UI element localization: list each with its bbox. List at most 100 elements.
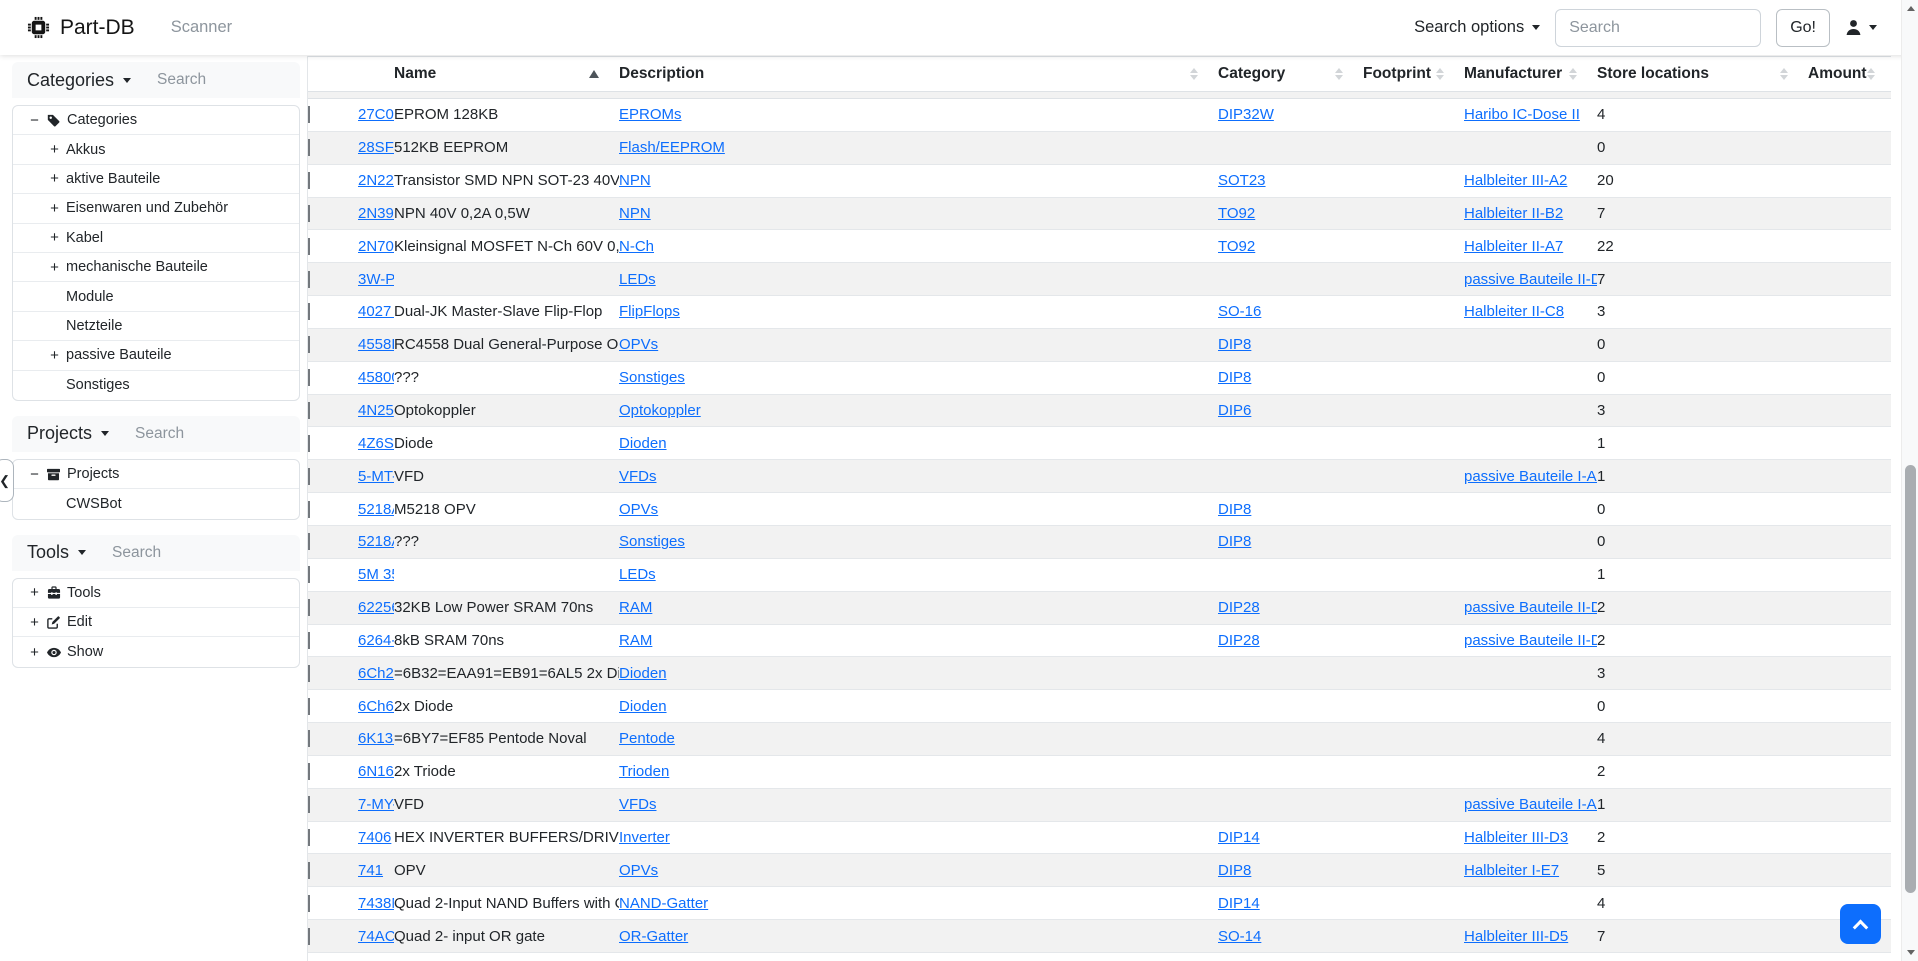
row-checkbox[interactable] (308, 271, 310, 288)
part-name-link[interactable]: 45800 (358, 369, 394, 386)
part-name-link[interactable]: 2N7000 (358, 238, 394, 255)
sidebar-item-aktive-bauteile[interactable]: +aktive Bauteile (13, 165, 299, 194)
footprint-link[interactable]: DIP28 (1218, 599, 1260, 616)
expand-plus-icon[interactable]: + (49, 171, 60, 186)
footprint-link[interactable]: DIP32W (1218, 106, 1274, 123)
expand-plus-icon[interactable]: + (29, 645, 40, 660)
part-name-link[interactable]: 28SF040 (358, 139, 394, 156)
category-link[interactable]: VFDs (619, 468, 657, 485)
category-link[interactable]: RAM (619, 599, 652, 616)
category-link[interactable]: OPVs (619, 862, 658, 879)
footprint-link[interactable]: SO-16 (1218, 303, 1261, 320)
column-header-category[interactable]: Category (1218, 65, 1363, 83)
category-link[interactable]: NAND-Gatter (619, 895, 708, 912)
store-location-link[interactable]: passive Bauteile II-D6 (1464, 599, 1597, 616)
expand-plus-icon[interactable]: + (29, 615, 40, 630)
expand-plus-icon[interactable]: + (49, 201, 60, 216)
expand-plus-icon[interactable]: + (49, 142, 60, 157)
sidebar-item-sonstiges[interactable]: Sonstiges (13, 371, 299, 400)
part-name-link[interactable]: 6Ch6S 6X6C (358, 698, 394, 715)
sidebar-categories-search-input[interactable] (157, 71, 287, 89)
part-name-link[interactable]: 62256-80 (358, 599, 394, 616)
row-checkbox[interactable] (308, 139, 310, 156)
part-name-link[interactable]: 5218A (358, 533, 394, 550)
category-link[interactable]: Sonstiges (619, 369, 685, 386)
category-link[interactable]: NPN (619, 172, 651, 189)
row-checkbox[interactable] (308, 632, 310, 649)
sidebar-item-passive-bauteile[interactable]: +passive Bauteile (13, 341, 299, 370)
category-link[interactable]: EPROMs (619, 106, 682, 123)
sidebar-collapse-button[interactable]: ❮ (0, 459, 14, 502)
part-name-link[interactable]: 5218A (358, 501, 394, 518)
row-checkbox[interactable] (308, 336, 310, 353)
row-checkbox[interactable] (308, 238, 310, 255)
part-name-link[interactable]: 74AC32 SMD (358, 928, 394, 945)
store-location-link[interactable]: passive Bauteile I-A3 (1464, 796, 1597, 813)
sidebar-item-edit[interactable]: +Edit (13, 608, 299, 637)
part-name-link[interactable]: 7-MY-03ZK (358, 796, 394, 813)
store-location-link[interactable]: passive Bauteile I-A3 (1464, 468, 1597, 485)
category-link[interactable]: Pentode (619, 730, 675, 747)
scroll-to-top-button[interactable] (1840, 904, 1881, 944)
category-link[interactable]: FlipFlops (619, 303, 680, 320)
category-link[interactable]: OPVs (619, 336, 658, 353)
collapse-minus-icon[interactable]: − (29, 113, 40, 128)
sidebar-item-categories[interactable]: −Categories (13, 106, 299, 135)
sidebar-item-netzteile[interactable]: Netzteile (13, 312, 299, 341)
footprint-link[interactable]: DIP14 (1218, 895, 1260, 912)
store-location-link[interactable]: Haribo IC-Dose II (1464, 106, 1580, 123)
category-link[interactable]: Dioden (619, 435, 667, 452)
category-link[interactable]: LEDs (619, 566, 656, 583)
category-link[interactable]: Trioden (619, 763, 669, 780)
part-name-link[interactable]: 2N3904 (358, 205, 394, 222)
row-checkbox[interactable] (308, 862, 310, 879)
category-link[interactable]: N-Ch (619, 238, 654, 255)
part-name-link[interactable]: 7438N (358, 895, 394, 912)
row-checkbox[interactable] (308, 303, 310, 320)
sidebar-section-title-dropdown[interactable]: Projects (27, 423, 109, 444)
sidebar-item-cwsbot[interactable]: CWSBot (13, 489, 299, 518)
store-location-link[interactable]: Halbleiter II-B2 (1464, 205, 1563, 222)
store-location-link[interactable]: Halbleiter III-A2 (1464, 172, 1567, 189)
part-name-link[interactable]: 6K13P 6К13П (358, 730, 394, 747)
footprint-link[interactable]: DIP8 (1218, 533, 1251, 550)
part-name-link[interactable]: 5-MT-15ZK (358, 468, 394, 485)
row-checkbox[interactable] (308, 599, 310, 616)
category-link[interactable]: OR-Gatter (619, 928, 688, 945)
expand-plus-icon[interactable]: + (49, 230, 60, 245)
sidebar-item-module[interactable]: Module (13, 282, 299, 311)
page-scrollbar[interactable] (1901, 0, 1918, 961)
row-checkbox[interactable] (308, 698, 310, 715)
category-link[interactable]: VFDs (619, 796, 657, 813)
store-location-link[interactable]: Halbleiter II-C8 (1464, 303, 1564, 320)
part-name-link[interactable]: 2N2222A SMD (358, 172, 394, 189)
footprint-link[interactable]: SO-14 (1218, 928, 1261, 945)
brand-home-link[interactable]: Part-DB (27, 16, 135, 40)
footprint-link[interactable]: SOT23 (1218, 172, 1266, 189)
category-link[interactable]: Sonstiges (619, 533, 685, 550)
row-checkbox[interactable] (308, 566, 310, 583)
footprint-link[interactable]: DIP6 (1218, 402, 1251, 419)
category-link[interactable]: Flash/EEPROM (619, 139, 725, 156)
sidebar-item-eisenwaren-und-zubeh-r[interactable]: +Eisenwaren und Zubehör (13, 194, 299, 223)
part-name-link[interactable]: 4Z6S 4Ц63 (358, 435, 394, 452)
collapse-minus-icon[interactable]: − (29, 467, 40, 482)
sidebar-item-akkus[interactable]: +Akkus (13, 135, 299, 164)
row-checkbox[interactable] (308, 369, 310, 386)
row-checkbox[interactable] (308, 172, 310, 189)
store-location-link[interactable]: passive Bauteile II-D6 (1464, 632, 1597, 649)
category-link[interactable]: Optokoppler (619, 402, 701, 419)
row-checkbox[interactable] (308, 796, 310, 813)
part-name-link[interactable]: 4558D (358, 336, 394, 353)
expand-plus-icon[interactable]: + (49, 348, 60, 363)
footprint-link[interactable]: DIP8 (1218, 336, 1251, 353)
sidebar-item-show[interactable]: +Show (13, 637, 299, 666)
column-header-amount[interactable]: Amount (1808, 65, 1891, 83)
row-checkbox[interactable] (308, 895, 310, 912)
expand-plus-icon[interactable]: + (29, 585, 40, 600)
footprint-link[interactable]: TO92 (1218, 238, 1255, 255)
footprint-link[interactable]: DIP14 (1218, 829, 1260, 846)
sidebar-section-title-dropdown[interactable]: Tools (27, 542, 86, 563)
expand-plus-icon[interactable]: + (49, 260, 60, 275)
sidebar-tools-search-input[interactable] (112, 544, 242, 562)
